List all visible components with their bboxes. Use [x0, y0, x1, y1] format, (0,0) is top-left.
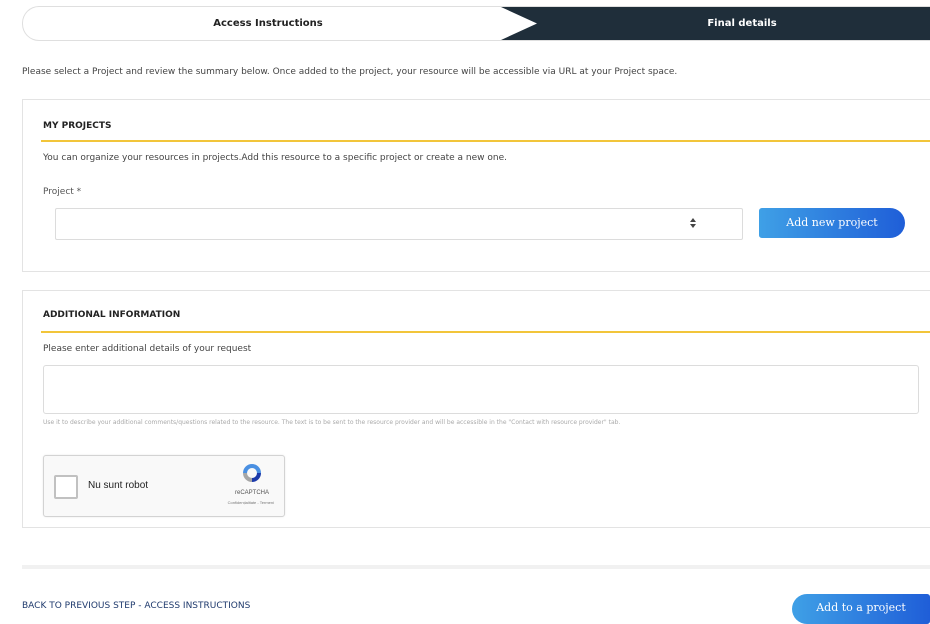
- project-select[interactable]: [55, 208, 743, 240]
- additional-information-title: ADDITIONAL INFORMATION: [43, 310, 181, 320]
- intro-text: Please select a Project and review the s…: [22, 67, 678, 77]
- additional-information-description: Please enter additional details of your …: [43, 344, 252, 354]
- step-final-details-label: Final details: [707, 18, 777, 29]
- recaptcha-links[interactable]: Confidențialitate - Termeni: [228, 500, 274, 505]
- back-to-previous-step-link[interactable]: BACK TO PREVIOUS STEP - ACCESS INSTRUCTI…: [22, 601, 250, 611]
- additional-information-divider: [41, 331, 930, 333]
- step-access-instructions[interactable]: Access Instructions: [23, 7, 513, 40]
- add-to-project-button[interactable]: Add to a project: [792, 594, 930, 624]
- project-field-label: Project *: [43, 187, 82, 197]
- my-projects-divider: [41, 140, 930, 142]
- steps-bar: Access Instructions Final details: [22, 6, 930, 41]
- recaptcha-icon: [241, 464, 263, 488]
- additional-information-panel: ADDITIONAL INFORMATION Please enter addi…: [22, 290, 930, 528]
- additional-details-hint: Use it to describe your additional comme…: [43, 419, 621, 426]
- recaptcha-widget: Nu sunt robot reCAPTCHA Confidențialitat…: [43, 455, 285, 517]
- step-final-details[interactable]: Final details: [501, 7, 930, 40]
- recaptcha-label: Nu sunt robot: [88, 480, 149, 491]
- my-projects-panel: MY PROJECTS You can organize your resour…: [22, 99, 930, 272]
- recaptcha-checkbox[interactable]: [54, 475, 78, 499]
- my-projects-description: You can organize your resources in proje…: [43, 153, 507, 163]
- my-projects-title: MY PROJECTS: [43, 121, 112, 131]
- additional-details-textarea[interactable]: [43, 365, 919, 414]
- recaptcha-logo: reCAPTCHA: [232, 462, 272, 496]
- recaptcha-brand: reCAPTCHA: [234, 490, 269, 496]
- add-new-project-button[interactable]: Add new project: [759, 208, 905, 238]
- footer-divider: [22, 565, 930, 569]
- sort-arrows-icon: [690, 218, 696, 232]
- step-access-instructions-label: Access Instructions: [213, 18, 323, 29]
